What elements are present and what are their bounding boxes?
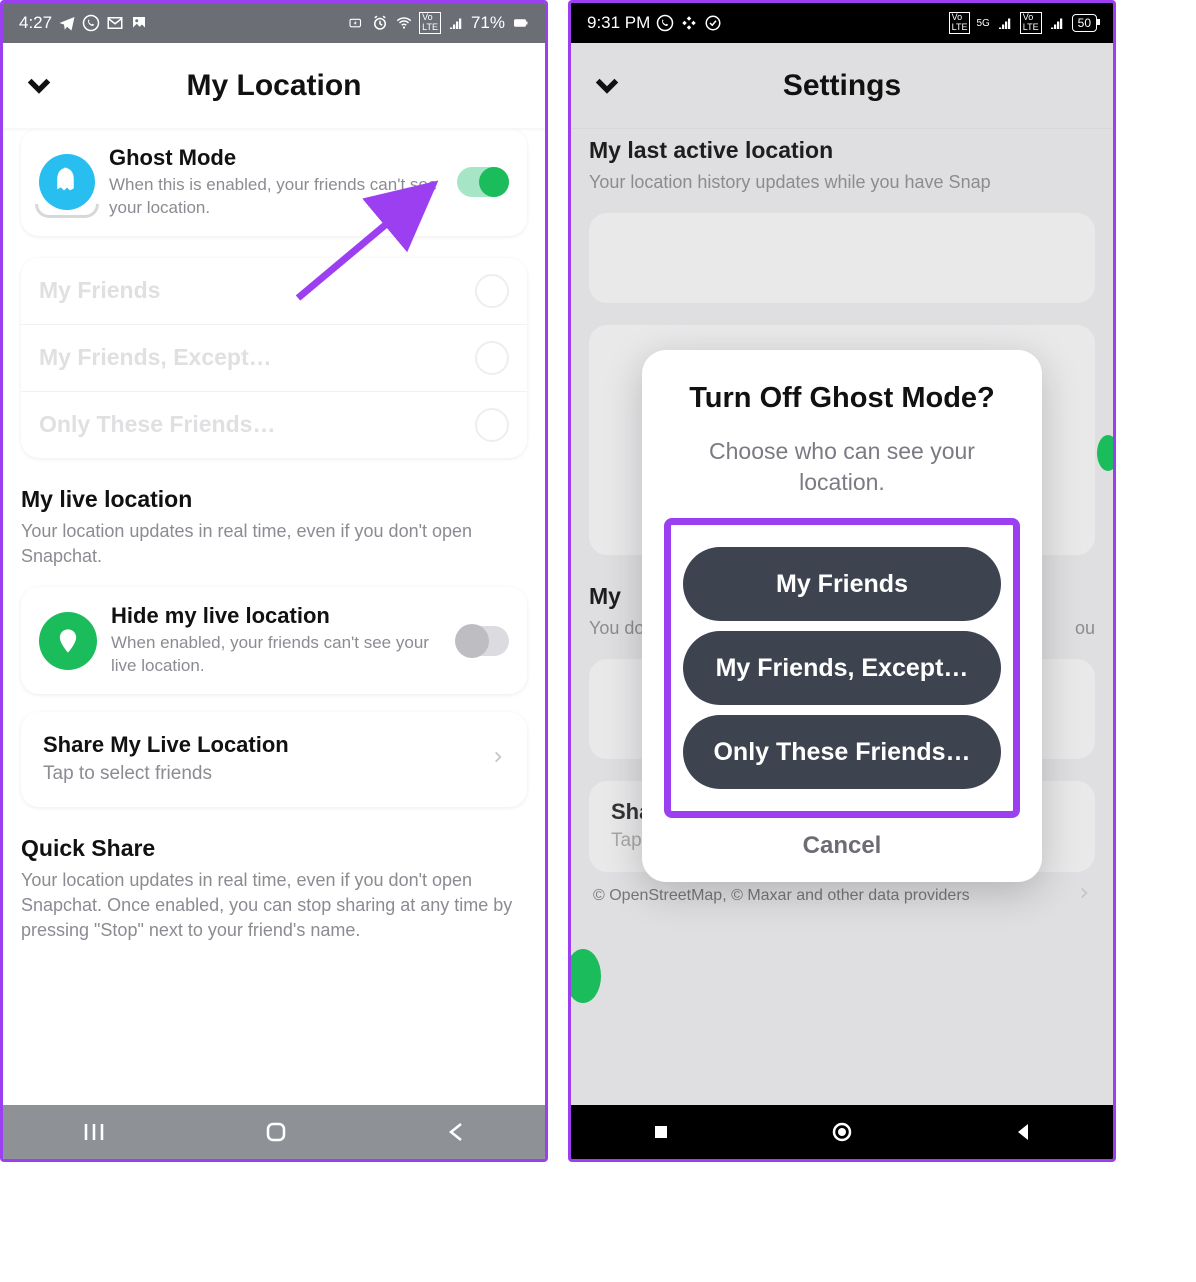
volte-icon: VoLTE xyxy=(949,12,971,34)
status-bar: 9:31 PM VoLTE 5G VoLTE 50 xyxy=(571,3,1113,43)
status-battery-pct: 71% xyxy=(471,13,505,33)
page-header: My Location xyxy=(3,43,545,129)
live-location-sub: Your location updates in real time, even… xyxy=(21,519,527,569)
share-live-card[interactable]: Share My Live Location Tap to select fri… xyxy=(21,712,527,807)
volte-icon: VoLTE xyxy=(419,12,441,34)
android-nav-bar xyxy=(571,1105,1113,1159)
radio-icon xyxy=(475,408,509,442)
last-active-heading: My last active location xyxy=(589,137,1095,164)
ghost-mode-card-bg xyxy=(589,213,1095,303)
hide-icon-peek xyxy=(571,949,601,1003)
option-my-friends-except: My Friends, Except… xyxy=(21,324,527,391)
nav-home[interactable] xyxy=(265,1121,287,1143)
modal-buttons-highlight: My Friends My Friends, Except… Only Thes… xyxy=(664,518,1020,818)
modal-title: Turn Off Ghost Mode? xyxy=(664,380,1020,416)
nav-back[interactable] xyxy=(447,1121,465,1143)
hide-live-toggle[interactable] xyxy=(457,626,509,656)
content-area: Ghost Mode When this is enabled, your fr… xyxy=(3,129,545,1105)
ghost-mode-sub: When this is enabled, your friends can't… xyxy=(109,174,443,220)
hide-live-card: Hide my live location When enabled, your… xyxy=(21,587,527,694)
radio-icon xyxy=(475,341,509,375)
chevron-right-icon xyxy=(491,746,505,773)
gmail-icon xyxy=(106,14,124,32)
share-live-title: Share My Live Location xyxy=(43,732,289,758)
nav-recents[interactable] xyxy=(83,1122,105,1142)
page-title: My Location xyxy=(55,69,493,103)
live-location-heading: My live location xyxy=(21,486,527,513)
ghost-mode-card: Ghost Mode When this is enabled, your fr… xyxy=(21,129,527,236)
battery-icon xyxy=(511,14,529,32)
phone-right: 9:31 PM VoLTE 5G VoLTE 50 Settings My la… xyxy=(568,0,1116,1162)
chevron-right-icon xyxy=(1077,882,1091,909)
alarm-icon xyxy=(371,14,389,32)
modal-cancel-button[interactable]: Cancel xyxy=(664,832,1020,860)
status-time: 4:27 xyxy=(19,13,52,33)
status-bar: 4:27 VoLTE 71% xyxy=(3,3,545,43)
modal-option-only-these-friends[interactable]: Only These Friends… xyxy=(683,715,1001,789)
signal-icon xyxy=(447,14,465,32)
whatsapp-icon xyxy=(82,14,100,32)
gallery-icon xyxy=(130,14,148,32)
telegram-icon xyxy=(58,14,76,32)
radio-icon xyxy=(475,274,509,308)
signal-icon xyxy=(996,14,1014,32)
signal-icon-2 xyxy=(1048,14,1066,32)
network-5g-icon: 5G xyxy=(976,18,989,29)
option-only-these-friends: Only These Friends… xyxy=(21,391,527,458)
wifi-icon xyxy=(395,14,413,32)
nav-home[interactable] xyxy=(831,1121,853,1143)
nav-recents[interactable] xyxy=(652,1123,670,1141)
ghost-mode-title: Ghost Mode xyxy=(109,145,443,171)
modal-option-my-friends[interactable]: My Friends xyxy=(683,547,1001,621)
ghost-icon xyxy=(39,154,95,210)
back-chevron-down-icon[interactable] xyxy=(591,70,623,102)
quick-share-sub: Your location updates in real time, even… xyxy=(21,868,527,944)
hide-live-title: Hide my live location xyxy=(111,603,443,629)
modal-subtitle: Choose who can see your location. xyxy=(664,436,1020,498)
phone-left: 4:27 VoLTE 71% My Location xyxy=(0,0,548,1162)
quick-share-heading: Quick Share xyxy=(21,835,527,862)
android-nav-bar xyxy=(3,1105,545,1159)
hide-live-sub: When enabled, your friends can't see you… xyxy=(111,632,443,678)
page-title: Settings xyxy=(623,69,1061,103)
back-chevron-down-icon[interactable] xyxy=(23,70,55,102)
page-header: Settings xyxy=(571,43,1113,129)
status-time: 9:31 PM xyxy=(587,13,650,33)
check-circle-icon xyxy=(704,14,722,32)
nav-back[interactable] xyxy=(1014,1122,1032,1142)
photos-icon xyxy=(680,14,698,32)
battery-icon: 50 xyxy=(1072,14,1097,32)
battery-charge-icon xyxy=(347,14,365,32)
share-live-sub: Tap to select friends xyxy=(43,761,289,787)
option-my-friends: My Friends xyxy=(21,258,527,324)
modal-option-my-friends-except[interactable]: My Friends, Except… xyxy=(683,631,1001,705)
visibility-options-card: My Friends My Friends, Except… Only Thes… xyxy=(21,258,527,458)
location-pin-icon xyxy=(39,612,97,670)
last-active-sub: Your location history updates while you … xyxy=(589,170,1095,195)
volte-icon-2: VoLTE xyxy=(1020,12,1042,34)
whatsapp-icon xyxy=(656,14,674,32)
ghost-mode-toggle[interactable] xyxy=(457,167,509,197)
toggle-peek xyxy=(1097,435,1113,471)
ghost-mode-off-modal: Turn Off Ghost Mode? Choose who can see … xyxy=(642,350,1042,882)
